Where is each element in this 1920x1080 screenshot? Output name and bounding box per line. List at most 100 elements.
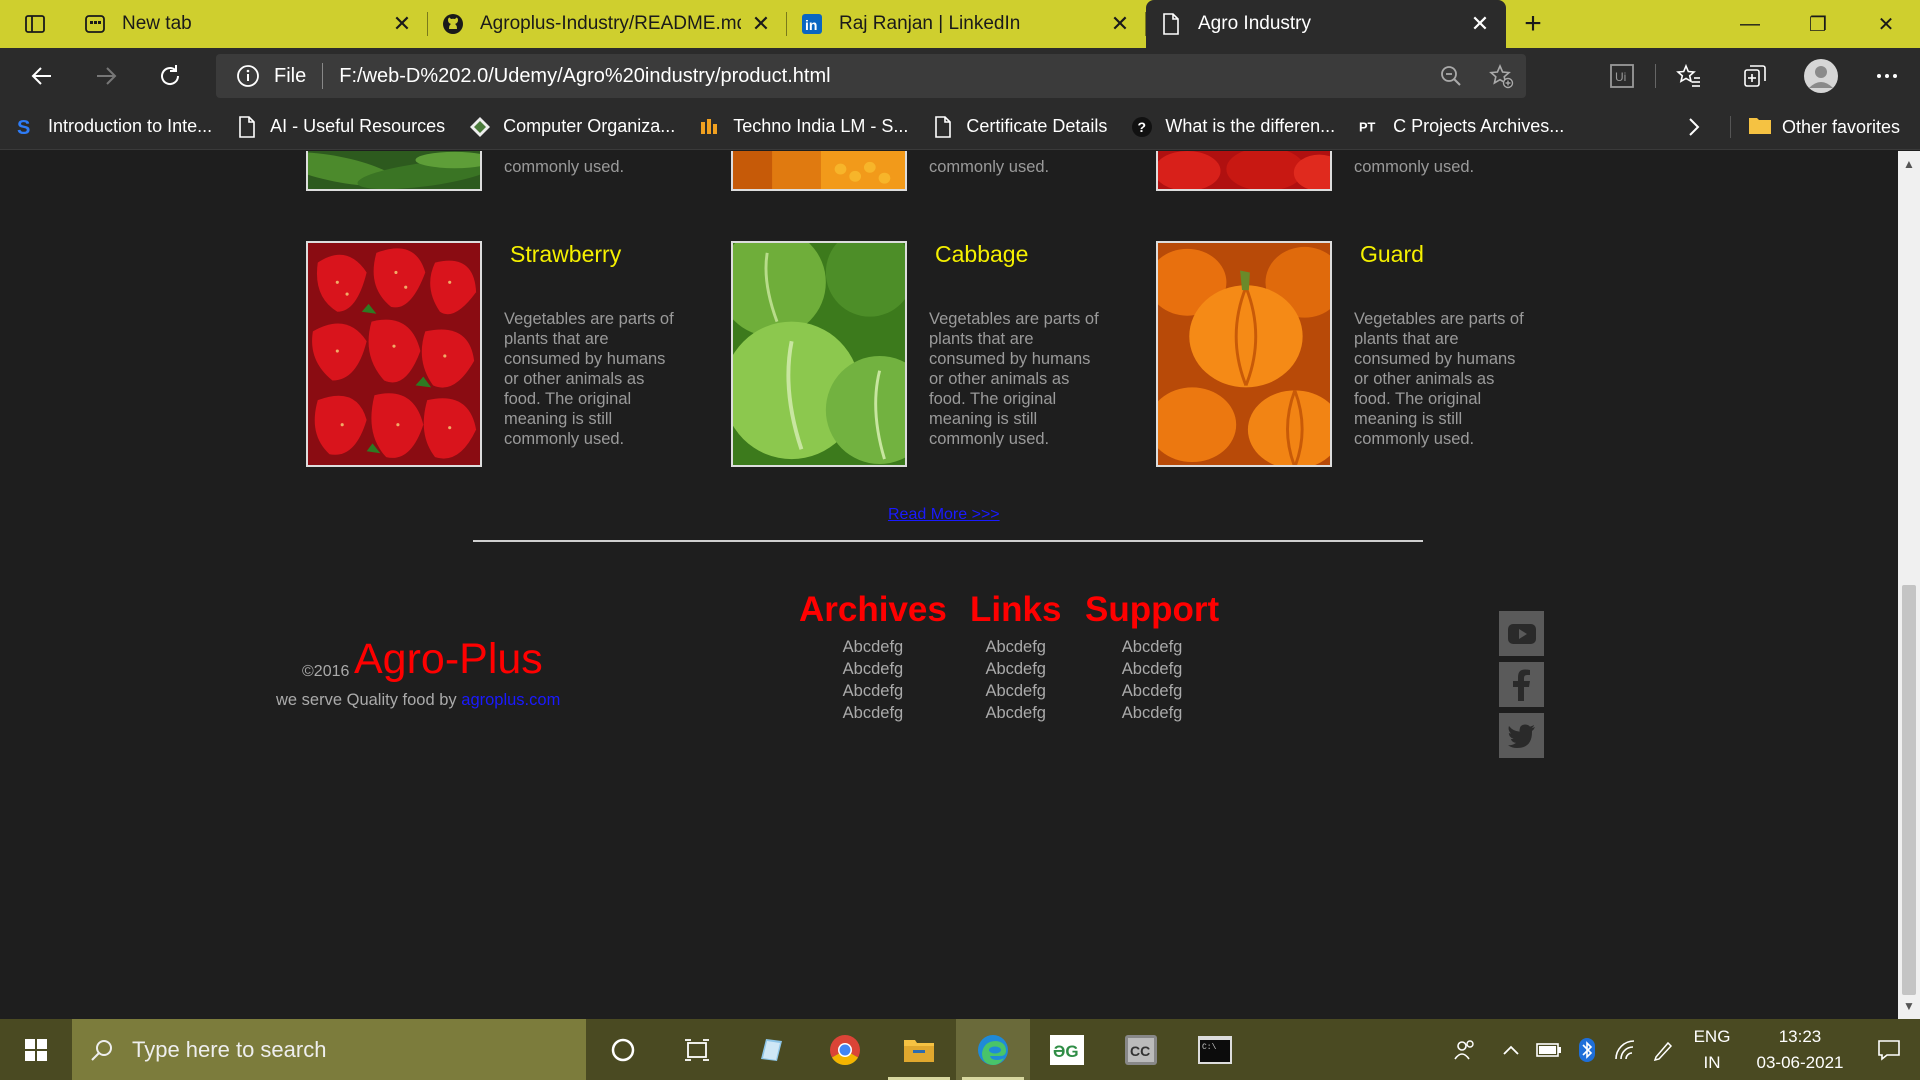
- collections-button[interactable]: [1722, 48, 1788, 104]
- notepad-icon: [761, 1038, 782, 1061]
- read-more-link[interactable]: Read More >>>: [888, 506, 1000, 524]
- language-indicator[interactable]: ENG IN: [1682, 1024, 1742, 1076]
- tab-close-icon[interactable]: ✕: [1108, 11, 1132, 36]
- battery-button[interactable]: [1530, 1042, 1568, 1058]
- corn-image: [731, 151, 907, 191]
- favorite-item[interactable]: AI - Useful Resources: [222, 104, 455, 150]
- address-bar[interactable]: File F:/web-D%202.0/Udemy/Agro%20industr…: [216, 54, 1526, 98]
- tab-title: Agroplus-Industry/README.md a: [480, 13, 741, 34]
- pen-workspace-button[interactable]: [1644, 1039, 1682, 1061]
- show-hidden-icons-button[interactable]: [1492, 1044, 1530, 1056]
- task-view-button[interactable]: [660, 1019, 734, 1080]
- linkedin-icon: in: [801, 13, 823, 35]
- tab-close-icon[interactable]: ✕: [749, 11, 773, 36]
- taskbar-search-box[interactable]: Type here to search: [72, 1019, 586, 1080]
- taskbar-app-file-explorer[interactable]: [882, 1019, 956, 1080]
- footer-link[interactable]: Abcdefg: [970, 702, 1061, 724]
- favorite-item[interactable]: ? What is the differen...: [1117, 104, 1345, 150]
- system-tray: ENG IN 13:23 03-06-2021: [1438, 1019, 1920, 1080]
- new-tab-button[interactable]: +: [1506, 0, 1560, 48]
- restore-button[interactable]: ❐: [1784, 0, 1852, 48]
- favorite-item[interactable]: Computer Organiza...: [455, 104, 685, 150]
- taskbar-app-terminal[interactable]: C:\: [1178, 1019, 1252, 1080]
- tab-github-readme[interactable]: Agroplus-Industry/README.md a ✕: [428, 0, 787, 48]
- strawberry-image: [306, 241, 482, 467]
- favorites-overflow-button[interactable]: [1674, 104, 1714, 150]
- footer-heading: Links: [970, 590, 1062, 629]
- favorite-item[interactable]: Certificate Details: [918, 104, 1117, 150]
- taskbar-app-codeblocks[interactable]: CC: [1104, 1019, 1178, 1080]
- uipath-extension-button[interactable]: Ui: [1589, 48, 1655, 104]
- footer-link[interactable]: Abcdefg: [799, 702, 947, 724]
- back-button[interactable]: [10, 48, 74, 104]
- tab-linkedin[interactable]: in Raj Ranjan | LinkedIn ✕: [787, 0, 1146, 48]
- footer-link[interactable]: Abcdefg: [799, 658, 947, 680]
- taskbar-app-edge[interactable]: [956, 1019, 1030, 1080]
- svg-text:PT: PT: [1359, 119, 1376, 134]
- geeksforgeeks-icon: ƏG: [1050, 1034, 1084, 1065]
- refresh-button[interactable]: [138, 48, 202, 104]
- twitter-icon: [1507, 724, 1535, 748]
- tab-new-tab[interactable]: New tab ✕: [70, 0, 428, 48]
- facebook-button[interactable]: [1499, 662, 1544, 707]
- tab-agro-industry[interactable]: Agro Industry ✕: [1146, 0, 1506, 48]
- page-icon: [236, 115, 258, 138]
- footer-link[interactable]: Abcdefg: [970, 680, 1061, 702]
- vertical-scrollbar[interactable]: ▲ ▼: [1898, 151, 1920, 1019]
- forward-button[interactable]: [74, 48, 138, 104]
- footer-column-archives: Archives Abcdefg Abcdefg Abcdefg Abcdefg: [799, 590, 947, 724]
- people-button[interactable]: [1438, 1038, 1492, 1062]
- minimize-button[interactable]: —: [1716, 0, 1784, 48]
- add-favorite-icon[interactable]: [1476, 63, 1526, 89]
- tab-close-icon[interactable]: ✕: [390, 11, 414, 36]
- scrollbar-thumb[interactable]: [1902, 585, 1916, 995]
- tab-actions-button[interactable]: [0, 0, 70, 48]
- page-viewport: commonly used. commonly used. commonly u…: [0, 151, 1898, 1019]
- cortana-button[interactable]: [586, 1019, 660, 1080]
- favorite-item[interactable]: Techno India LM - S...: [685, 104, 918, 150]
- zoom-out-icon[interactable]: [1426, 64, 1476, 88]
- action-center-button[interactable]: [1858, 1039, 1920, 1061]
- favorites-bar: S Introduction to Inte... AI - Useful Re…: [0, 104, 1920, 150]
- facebook-icon: [1512, 669, 1530, 701]
- profile-button[interactable]: [1788, 48, 1854, 104]
- taskbar-app-notes[interactable]: [734, 1019, 808, 1080]
- newtab-icon: [84, 13, 106, 35]
- footer-link[interactable]: Abcdefg: [970, 658, 1061, 680]
- youtube-button[interactable]: [1499, 611, 1544, 656]
- favorite-item[interactable]: PT C Projects Archives...: [1345, 104, 1574, 150]
- section-divider: [473, 540, 1423, 542]
- product-description: commonly used.: [504, 158, 625, 176]
- settings-menu-button[interactable]: [1854, 48, 1920, 104]
- clock[interactable]: 13:23 03-06-2021: [1742, 1024, 1858, 1076]
- tab-close-icon[interactable]: ✕: [1468, 11, 1492, 36]
- info-icon[interactable]: [228, 64, 268, 88]
- twitter-button[interactable]: [1499, 713, 1544, 758]
- footer-link[interactable]: Abcdefg: [1085, 658, 1219, 680]
- footer-link[interactable]: Abcdefg: [799, 680, 947, 702]
- wifi-button[interactable]: [1606, 1039, 1644, 1061]
- close-window-button[interactable]: ✕: [1852, 0, 1920, 48]
- footer-link[interactable]: Abcdefg: [799, 636, 947, 658]
- start-button[interactable]: [0, 1019, 72, 1080]
- footer-link[interactable]: Abcdefg: [1085, 636, 1219, 658]
- footer-link[interactable]: Abcdefg: [1085, 680, 1219, 702]
- footer-link[interactable]: Abcdefg: [970, 636, 1061, 658]
- other-favorites[interactable]: Other favorites: [1729, 104, 1900, 150]
- taskbar-app-chrome[interactable]: [808, 1019, 882, 1080]
- wifi-icon: [1615, 1039, 1635, 1059]
- website-link[interactable]: agroplus.com: [461, 691, 560, 709]
- favorite-item[interactable]: S Introduction to Inte...: [0, 104, 222, 150]
- tagline-text: we serve Quality food by: [276, 691, 457, 709]
- footer-link[interactable]: Abcdefg: [1085, 702, 1219, 724]
- bluetooth-button[interactable]: [1568, 1037, 1606, 1062]
- product-title: Cabbage: [935, 241, 1029, 267]
- url-text[interactable]: F:/web-D%202.0/Udemy/Agro%20industry/pro…: [339, 65, 1426, 88]
- techno-icon: [699, 116, 721, 138]
- scroll-down-icon[interactable]: ▼: [1898, 995, 1920, 1017]
- favorites-button[interactable]: [1656, 48, 1722, 104]
- scroll-up-icon[interactable]: ▲: [1898, 153, 1920, 175]
- plus-icon: +: [1524, 7, 1542, 40]
- taskbar-app-geeksforgeeks[interactable]: ƏG: [1030, 1019, 1104, 1080]
- scheme-label: File: [274, 64, 307, 87]
